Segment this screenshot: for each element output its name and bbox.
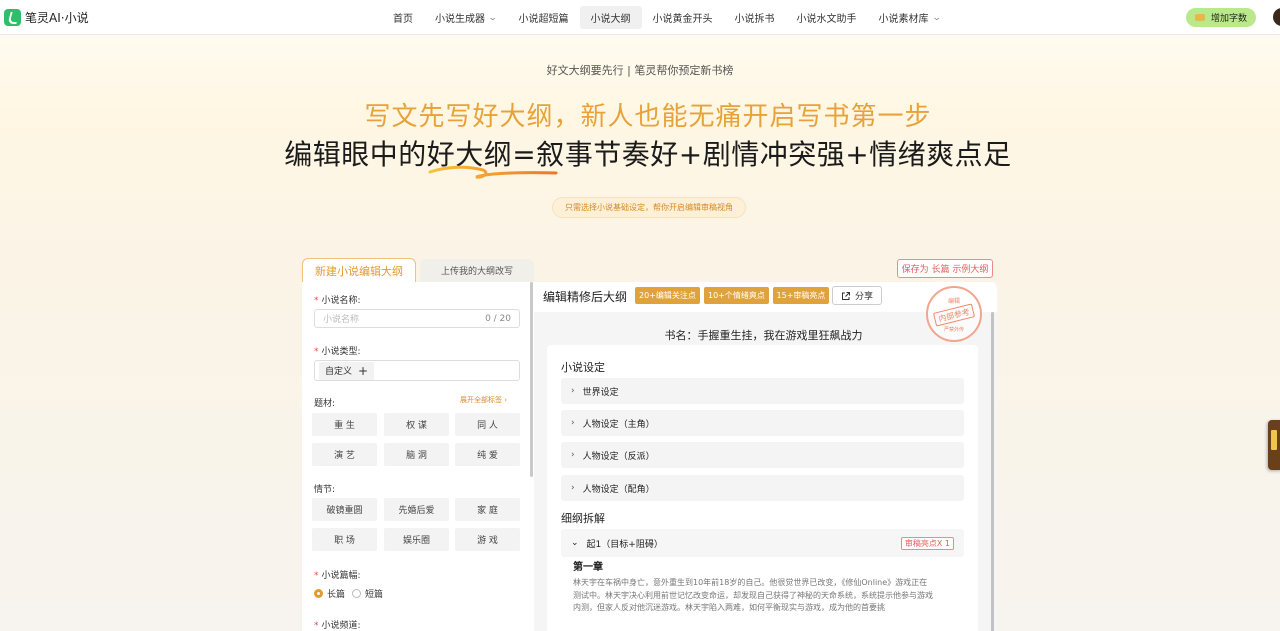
theme-chip[interactable]: 权 谋 [384, 413, 449, 436]
avatar[interactable] [1273, 8, 1280, 26]
hero-title-primary: 写文先写好大纲，新人也能无痛开启写书第一步 [364, 102, 932, 132]
nav-item-golden-opening[interactable]: 小说黄金开头 [642, 6, 724, 29]
nav-item-home[interactable]: 首页 [382, 6, 424, 29]
name-char-count: 0 / 20 [485, 313, 511, 324]
expand-all-tags-link[interactable]: 展开全部标签 › [460, 395, 507, 405]
share-icon [841, 291, 850, 300]
plot-chip[interactable]: 娱乐圈 [384, 528, 449, 551]
novel-type-input[interactable]: 自定义 + [314, 360, 520, 381]
channel-label: * 小说频道: [314, 621, 361, 631]
save-example-outline-button[interactable]: 保存为 长篇 示例大纲 [897, 259, 993, 278]
nav-item-material-library[interactable]: 小说素材库 ⌄ [868, 6, 952, 29]
scrollbar[interactable] [530, 282, 533, 477]
length-radio-short[interactable]: 短篇 [352, 587, 383, 600]
accordion-antagonist[interactable]: › 人物设定（反派） [561, 442, 964, 468]
hint-pill: 只需选择小说基础设定，帮你开启编辑审稿视角 [552, 197, 746, 218]
theme-chip[interactable]: 同 人 [455, 413, 520, 436]
nav-item-book-breakdown[interactable]: 小说拆书 [724, 6, 786, 29]
plot-chip[interactable]: 破镜重圆 [312, 498, 377, 521]
radio-icon [352, 589, 361, 598]
tab-new-outline[interactable]: 新建小说编辑大纲 [302, 258, 416, 283]
chevron-down-icon: ⌄ [571, 538, 579, 548]
type-tag-custom[interactable]: 自定义 + [319, 361, 375, 380]
hero-subtitle: 好文大纲要先行 | 笔灵帮你预定新书榜 [546, 64, 734, 77]
chevron-right-icon: › [571, 450, 575, 460]
feature-badge: 15+审稿亮点 [773, 287, 829, 304]
radio-icon [314, 589, 323, 598]
hero-title-secondary: 编辑眼中的好大纲=叙事节奏好+剧情冲突强+情绪爽点足 [284, 138, 1012, 171]
book-name: 书名：手握重生挂，我在游戏里狂飙战力 [664, 329, 863, 342]
accordion-world-setting[interactable]: › 世界设定 [561, 378, 964, 404]
theme-chip[interactable]: 重 生 [312, 413, 377, 436]
theme-chip[interactable]: 纯 爱 [455, 443, 520, 466]
name-label: * 小说名称: [314, 296, 361, 306]
outline-preview: 编辑精修后大纲 20+编辑关注点 10+个情绪爽点 15+审稿亮点 分享 编辑 … [534, 282, 997, 631]
coin-icon [1194, 14, 1205, 21]
top-nav: 笔灵AI·小说 首页 小说生成器 ⌄ 小说超短篇 小说大纲 小说黄金开头 小说拆书… [0, 0, 1280, 35]
accordion-protagonist[interactable]: › 人物设定（主角） [561, 410, 964, 436]
nav-item-outline[interactable]: 小说大纲 [579, 6, 642, 29]
chevron-right-icon: › [571, 386, 575, 396]
nav-item-short-story[interactable]: 小说超短篇 [508, 6, 580, 29]
accordion-act-1[interactable]: ⌄ 起1（目标+阻碍） 审稿亮点X 1 [561, 529, 964, 557]
plot-label: 情节: [314, 485, 336, 495]
tab-upload-outline[interactable]: 上传我的大纲改写 [420, 259, 534, 282]
main-menu: 首页 小说生成器 ⌄ 小说超短篇 小说大纲 小说黄金开头 小说拆书 小说水文助手 … [382, 6, 951, 29]
add-words-label: 增加字数 [1210, 14, 1247, 24]
chevron-down-icon: ⌄ [931, 12, 942, 23]
plot-chip[interactable]: 家 庭 [455, 498, 520, 521]
chapter-text: 林天宇在车祸中身亡，意外重生到10年前18岁的自己。他很觉世界已改变，《修仙On… [573, 578, 933, 612]
plus-icon[interactable]: + [358, 364, 368, 378]
theme-label: 题材: [314, 399, 336, 409]
logo[interactable]: 笔灵AI·小说 [4, 9, 89, 26]
section-title-settings: 小说设定 [561, 361, 605, 374]
feature-badge: 20+编辑关注点 [635, 287, 700, 304]
chevron-right-icon: › [571, 418, 575, 428]
nav-item-filler-assistant[interactable]: 小说水文助手 [786, 6, 868, 29]
accordion-supporting[interactable]: › 人物设定（配角） [561, 475, 964, 501]
section-title-outline: 细纲拆解 [561, 512, 605, 525]
theme-chip[interactable]: 演 艺 [312, 443, 377, 466]
share-button[interactable]: 分享 [832, 286, 882, 305]
chevron-right-icon: › [571, 483, 575, 493]
add-words-button[interactable]: 增加字数 [1186, 8, 1256, 27]
plot-chip[interactable]: 游 戏 [455, 528, 520, 551]
novel-name-input[interactable]: 小说名称 0 / 20 [314, 309, 520, 328]
feature-badge: 10+个情绪爽点 [704, 287, 769, 304]
floating-book-widget[interactable] [1268, 420, 1280, 470]
outline-form: * 小说名称: 小说名称 0 / 20 * 小说类型: 自定义 + 题材: 展开全部标… [302, 282, 534, 631]
scrollbar[interactable] [991, 312, 994, 631]
chapter-title: 第一章 [573, 562, 603, 573]
preview-title: 编辑精修后大纲 [543, 290, 628, 304]
chevron-down-icon: ⌄ [487, 12, 498, 23]
length-label: * 小说篇幅: [314, 571, 361, 581]
plot-chip[interactable]: 先婚后爱 [384, 498, 449, 521]
theme-chip[interactable]: 脑 洞 [384, 443, 449, 466]
logo-text: 笔灵AI·小说 [25, 11, 89, 25]
name-placeholder: 小说名称 [323, 315, 360, 325]
plot-chip[interactable]: 职 场 [312, 528, 377, 551]
underline-squiggle [428, 165, 558, 179]
outline-content: 小说设定 › 世界设定 › 人物设定（主角） › 人物设定（反派） › 人物设定（配角）… [547, 345, 978, 631]
length-radio-long[interactable]: 长篇 [314, 587, 345, 600]
logo-icon [4, 9, 21, 26]
nav-item-novel-generator[interactable]: 小说生成器 ⌄ [424, 6, 508, 29]
highlight-badge: 审稿亮点X 1 [900, 537, 954, 550]
type-label: * 小说类型: [314, 347, 361, 357]
